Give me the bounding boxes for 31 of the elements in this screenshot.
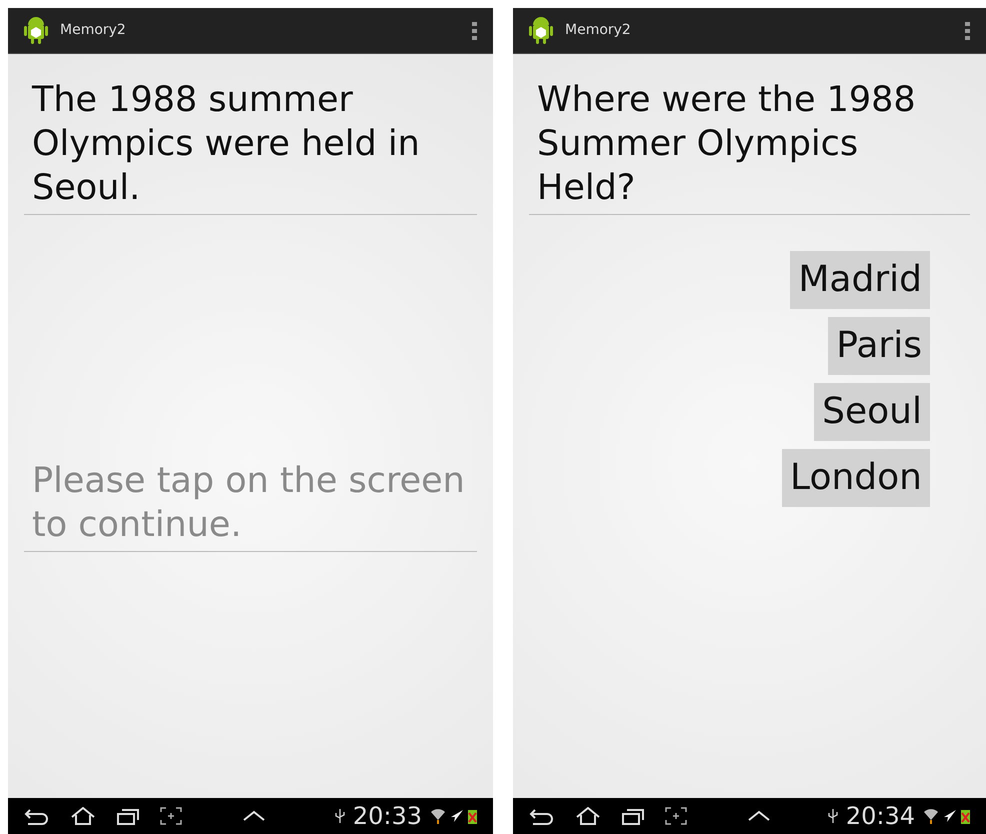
battery-icon [468, 808, 477, 824]
android-robot-icon [529, 16, 553, 46]
continue-prompt: Please tap on the screen to continue. [24, 459, 477, 552]
home-icon[interactable] [70, 807, 96, 825]
screenshot-icon[interactable] [665, 807, 687, 825]
usb-icon [828, 808, 838, 824]
fact-text: The 1988 summer Olympics were held in Seoul. [24, 54, 477, 215]
usb-icon [334, 808, 345, 824]
recent-apps-icon[interactable] [621, 807, 645, 825]
overflow-menu-icon[interactable] [472, 22, 477, 40]
home-icon[interactable] [575, 807, 601, 825]
app-title: Memory2 [60, 21, 126, 40]
wifi-icon [923, 807, 939, 825]
back-icon[interactable] [24, 807, 50, 825]
clock: 20:34 [846, 801, 915, 832]
answer-button[interactable]: Seoul [814, 383, 930, 441]
app-title: Memory2 [565, 21, 631, 40]
wifi-icon [430, 807, 446, 825]
screenshot-icon[interactable] [160, 807, 182, 825]
chevron-up-icon[interactable] [747, 810, 771, 822]
answer-button[interactable]: Paris [828, 317, 930, 375]
answer-button[interactable]: London [782, 449, 930, 507]
question-text: Where were the 1988 Summer Olympics Held? [529, 54, 970, 215]
chevron-up-icon[interactable] [242, 810, 266, 822]
overflow-menu-icon[interactable] [965, 22, 970, 40]
battery-icon [961, 808, 970, 824]
clock: 20:33 [352, 801, 422, 832]
back-icon[interactable] [529, 807, 555, 825]
recent-apps-icon[interactable] [116, 807, 140, 825]
android-robot-icon [24, 16, 48, 46]
answer-button[interactable]: Madrid [790, 251, 930, 309]
